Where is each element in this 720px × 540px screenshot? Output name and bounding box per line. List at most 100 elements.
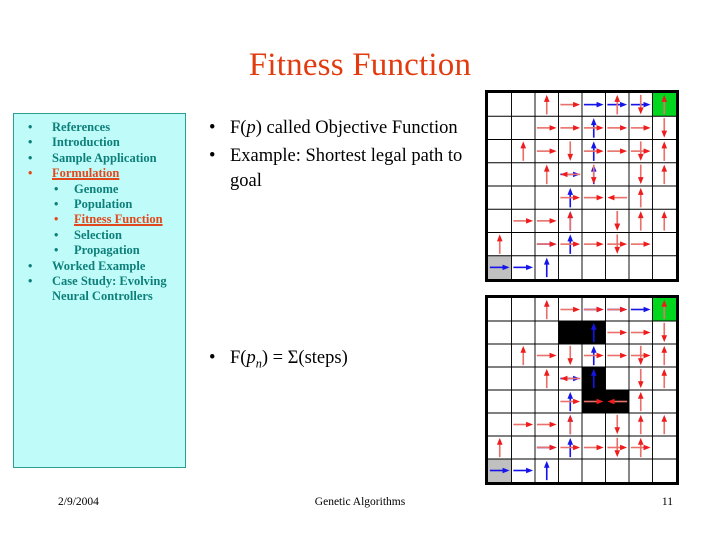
maze-path-arrow (620, 101, 628, 108)
maze-path-arrow (661, 164, 668, 172)
maze-path-arrow (637, 153, 644, 161)
maze-grid (488, 298, 676, 482)
sidebar-item-fitness-function[interactable]: • Fitness Function (16, 212, 183, 227)
sidebar-item-label: Selection (74, 227, 122, 242)
maze-path-arrow (637, 437, 644, 445)
maze-path-arrow (620, 444, 628, 451)
maze-path-arrow (567, 211, 574, 219)
maze-path-arrow (637, 414, 644, 422)
maze-path-arrow (614, 223, 621, 231)
maze-path-arrow (643, 329, 651, 336)
maze-path-arrow (637, 107, 644, 115)
maze-path-arrow (596, 306, 604, 313)
maze-path-arrow (549, 241, 557, 247)
content-bullet: • F(p) called Objective Function (198, 116, 466, 141)
content-bullet-text: F(p) called Objective Function (230, 118, 458, 138)
maze-path-arrow (496, 437, 503, 445)
bullet-glyph: • (28, 166, 33, 181)
maze-path-arrow (543, 368, 550, 376)
maze-path-arrow (543, 257, 550, 265)
maze-path-arrow (567, 391, 574, 399)
maze-path-arrow (543, 164, 550, 172)
maze-path-arrow (637, 358, 644, 366)
sidebar-item-label: Propagation (74, 243, 140, 258)
sidebar-item-population[interactable]: • Population (16, 197, 183, 212)
maze-path-arrow (590, 345, 597, 353)
content-bullet: • Example: Shortest legal path to goal (198, 144, 466, 194)
maze-path-arrow (607, 194, 615, 201)
content-block-top: • F(p) called Objective Function • Example:… (198, 116, 466, 197)
maze-path-arrow (661, 141, 668, 149)
slide-footer: 2/9/2004 Genetic Algorithms 11 (0, 496, 720, 514)
maze-path-arrow (596, 444, 604, 451)
maze-path-arrow (549, 125, 557, 131)
maze-path-arrow (567, 187, 574, 195)
maze-path-arrow (596, 125, 604, 131)
maze-path-arrow (549, 148, 557, 154)
sidebar-item-list: • References • Introduction • Sample Applicat… (14, 114, 185, 305)
sidebar-item-genome[interactable]: • Genome (16, 182, 183, 197)
maze-path-arrow (543, 460, 550, 468)
maze-path-arrow (637, 381, 644, 389)
maze-path-arrow (567, 153, 574, 161)
maze-path-arrow (560, 171, 568, 178)
maze-path-arrow (549, 352, 557, 359)
bullet-glyph: • (54, 212, 59, 227)
maze-path-arrow (643, 101, 651, 108)
maze-path-arrow (637, 177, 644, 185)
maze-path-arrow (520, 141, 527, 149)
maze-path-arrow (643, 125, 651, 131)
sidebar-item-worked-example[interactable]: • Worked Example (16, 259, 183, 274)
maze-path-arrow (620, 352, 628, 359)
maze-path-arrow (620, 306, 628, 313)
maze-path-arrow (526, 421, 534, 428)
maze-path-arrow (661, 130, 668, 138)
maze-path-arrow (560, 375, 568, 382)
maze-path-arrow (567, 414, 574, 422)
maze-path-arrow (596, 194, 604, 201)
content-block-middle: • F(pn) = Σ(steps) (198, 346, 466, 380)
maze-path-arrow (596, 241, 604, 247)
maze-path-arrow (573, 306, 581, 313)
maze-path-arrow (637, 187, 644, 195)
sidebar-item-label: Sample Application (52, 150, 157, 165)
maze-path-arrow (661, 211, 668, 219)
maze-path-arrow (643, 241, 651, 247)
maze-path-arrow (596, 101, 604, 108)
maze-path-arrow (543, 299, 550, 307)
sidebar-item-selection[interactable]: • Selection (16, 228, 183, 243)
maze-path-arrow (596, 352, 604, 359)
maze-path-arrow (661, 414, 668, 422)
maze-path-arrow (661, 345, 668, 353)
maze-path-arrow (596, 148, 604, 154)
maze-path-arrow (573, 444, 581, 451)
sidebar-item-label: Fitness Function (74, 212, 163, 227)
maze-path-arrow (643, 148, 651, 154)
maze-diagram-open (485, 90, 679, 282)
sidebar-item-label: References (52, 120, 111, 134)
maze-path-arrow (614, 94, 621, 102)
maze-path-arrow (637, 391, 644, 399)
bullet-glyph: • (28, 258, 33, 273)
maze-path-arrow (567, 437, 574, 445)
sidebar-item-propagation[interactable]: • Propagation (16, 243, 183, 258)
sidebar-item-label: Population (74, 197, 133, 212)
maze-path-arrow (590, 177, 597, 185)
maze-path-arrow (520, 345, 527, 353)
bullet-glyph: • (54, 227, 59, 242)
maze-path-arrow (620, 329, 628, 336)
maze-path-arrow (661, 368, 668, 376)
maze-path-arrow (573, 398, 581, 405)
bullet-glyph: • (209, 118, 216, 138)
sidebar-item-case-study-evolving-neural-controllers[interactable]: • Case Study: Evolving Neural Controllers (16, 274, 183, 305)
outline-sidebar: • References • Introduction • Sample Applicat… (13, 113, 186, 468)
sidebar-item-introduction[interactable]: • Introduction (16, 135, 183, 150)
maze-path-arrow (573, 101, 581, 108)
sidebar-item-label: Case Study: Evolving Neural Controllers (52, 274, 167, 304)
maze-path-arrow (549, 444, 557, 451)
sidebar-item-sample-application[interactable]: • Sample Application (16, 151, 183, 166)
maze-obstacle-cell (558, 321, 582, 344)
maze-path-arrow (614, 427, 621, 435)
sidebar-item-references[interactable]: • References (16, 120, 183, 135)
sidebar-item-formulation[interactable]: • Formulation (16, 166, 183, 181)
